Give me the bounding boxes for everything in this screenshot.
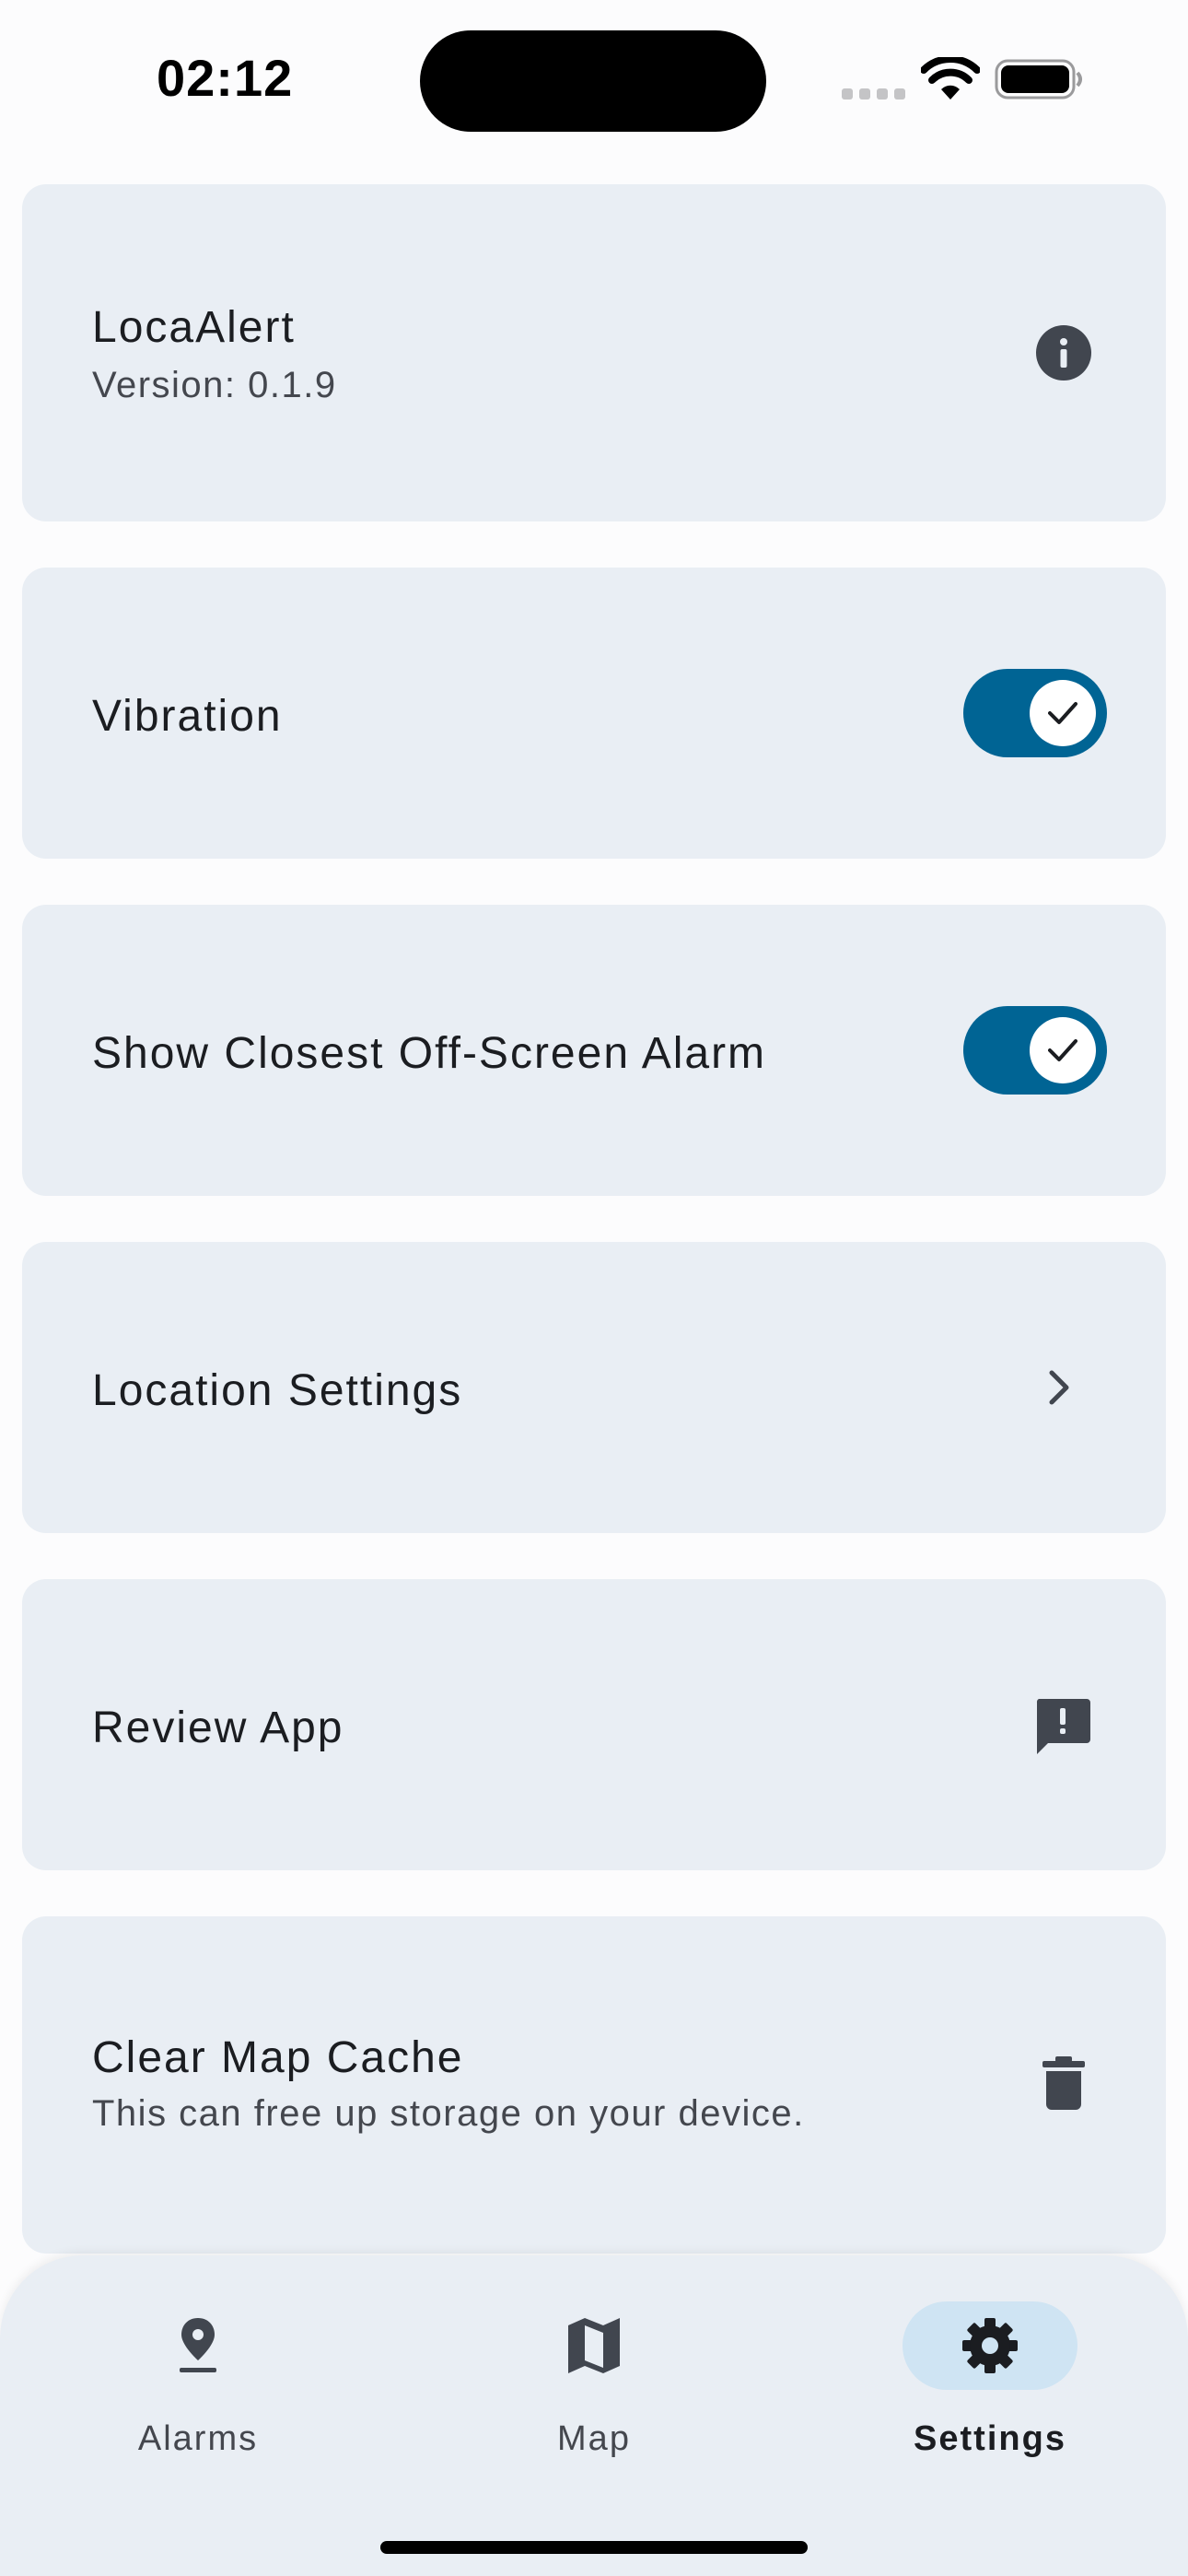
status-time: 02:12 (157, 49, 294, 107)
closest-alarm-label: Show Closest Off-Screen Alarm (92, 1029, 767, 1078)
toggle-knob (1030, 680, 1096, 746)
settings-screen: 02:12 LocaAlert Version: 0.1.9 Vibration (0, 0, 1188, 2576)
clear-cache-subtitle: This can free up storage on your device. (92, 2093, 805, 2134)
cellular-signal-icon (842, 88, 906, 100)
toggle-knob (1030, 1017, 1096, 1083)
bottom-navigation: Alarms Map Settings (0, 2255, 1188, 2576)
wifi-icon (921, 57, 980, 100)
info-icon[interactable] (1035, 324, 1092, 381)
dynamic-island (420, 30, 766, 132)
nav-label-alarms: Alarms (137, 2419, 259, 2458)
checkmark-icon (1048, 702, 1077, 724)
clear-cache-card[interactable]: Clear Map Cache This can free up storage… (22, 1916, 1166, 2254)
closest-alarm-toggle[interactable] (963, 1006, 1107, 1095)
feedback-icon (1036, 1699, 1090, 1754)
app-version: Version: 0.1.9 (92, 365, 337, 405)
vibration-card: Vibration (22, 568, 1166, 859)
vibration-label: Vibration (92, 692, 283, 741)
chevron-right-icon (1049, 1370, 1069, 1405)
nav-label-settings: Settings (914, 2419, 1066, 2458)
home-indicator[interactable] (380, 2541, 808, 2554)
clear-cache-label: Clear Map Cache (92, 2033, 464, 2082)
trash-icon (1042, 2056, 1085, 2110)
nav-settings[interactable]: Settings (792, 2255, 1188, 2467)
vibration-toggle[interactable] (963, 669, 1107, 757)
review-app-card[interactable]: Review App (22, 1579, 1166, 1870)
battery-icon (995, 59, 1082, 100)
nav-alarms[interactable]: Alarms (0, 2255, 396, 2467)
status-bar: 02:12 (0, 0, 1188, 157)
nav-map[interactable]: Map (396, 2255, 792, 2467)
location-settings-card[interactable]: Location Settings (22, 1242, 1166, 1533)
gear-icon (962, 2318, 1018, 2373)
location-settings-label: Location Settings (92, 1366, 463, 1415)
closest-alarm-card: Show Closest Off-Screen Alarm (22, 905, 1166, 1196)
checkmark-icon (1048, 1039, 1077, 1061)
map-icon (568, 2318, 620, 2373)
nav-label-map: Map (557, 2419, 631, 2458)
app-name: LocaAlert (92, 303, 296, 352)
location-pin-icon (180, 2318, 216, 2372)
app-info-card[interactable]: LocaAlert Version: 0.1.9 (22, 184, 1166, 521)
review-app-label: Review App (92, 1704, 344, 1752)
